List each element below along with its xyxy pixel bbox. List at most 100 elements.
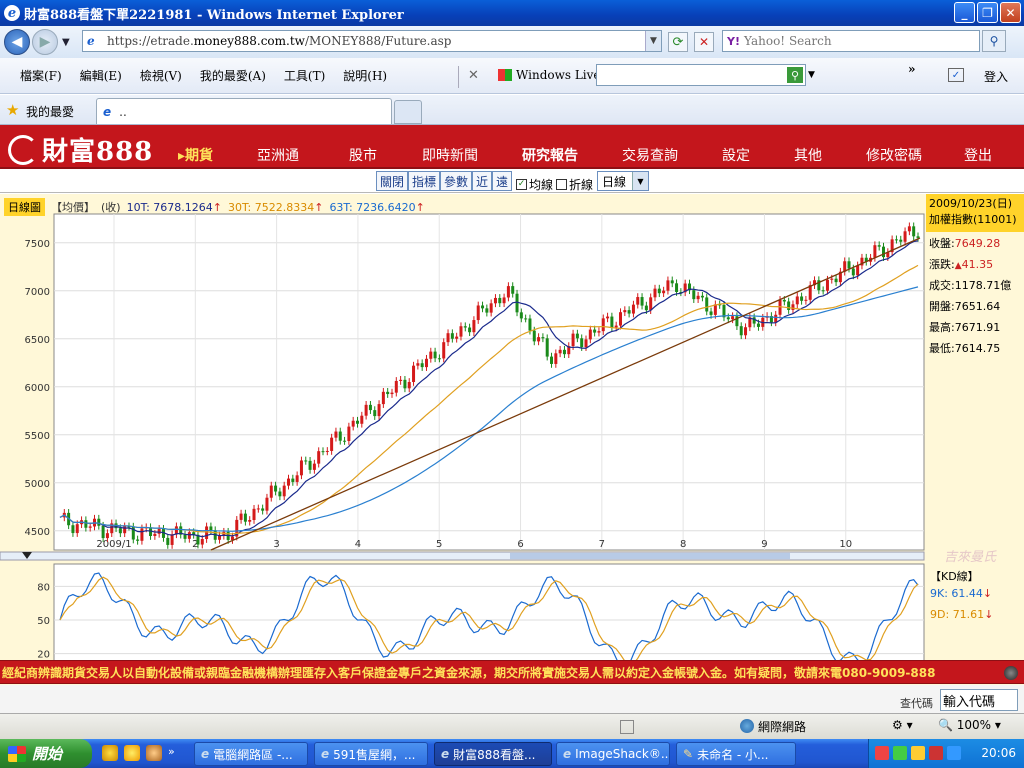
- nav-other[interactable]: 其他: [794, 145, 822, 165]
- nav-research[interactable]: 研究報告: [522, 145, 578, 165]
- candle-body: [291, 478, 295, 482]
- history-dropdown-icon[interactable]: ▼: [62, 37, 70, 48]
- candle-body: [791, 304, 795, 311]
- candle-body: [511, 286, 515, 294]
- code-input[interactable]: 輸入代碼: [940, 689, 1018, 711]
- close-button[interactable]: ✕: [1000, 2, 1021, 23]
- quicklaunch-icon-1[interactable]: [102, 745, 118, 761]
- candle-body: [338, 431, 342, 441]
- candle-body: [248, 520, 252, 522]
- code-bar: 查代碼 輸入代碼: [0, 685, 1024, 713]
- search-icon[interactable]: ⚲: [982, 30, 1006, 52]
- candle-body: [692, 290, 696, 300]
- ma-checkbox[interactable]: ✓ 均線: [516, 174, 553, 194]
- restore-button[interactable]: ❐: [977, 2, 998, 23]
- site-logo[interactable]: 財富888: [8, 131, 153, 168]
- favorites-label[interactable]: 我的最愛: [26, 103, 74, 120]
- price-chart[interactable]: 45005000550060006500700075002009/1 2 3 4 5 6 7…: [0, 210, 926, 680]
- tray-icon-1[interactable]: [875, 746, 889, 760]
- quicklaunch-more-icon[interactable]: »: [168, 745, 175, 761]
- go-icon[interactable]: ⚲: [787, 67, 803, 83]
- back-button[interactable]: ◀: [4, 29, 30, 55]
- candle-body: [606, 316, 610, 319]
- chart-area: 日線圖 【均價】 (收) 10T: 7678.1264↑ 30T: 7522.8…: [0, 194, 1024, 714]
- candle-body: [243, 513, 247, 522]
- site-nav: 財富888 ▸期貨 亞洲通 股市 即時新聞 研究報告 交易查詢 設定 其他 修改…: [0, 125, 1024, 169]
- candle-body: [308, 460, 312, 470]
- browser-tab[interactable]: e ..: [96, 98, 392, 124]
- quote-index-name: 加權指數(11001): [929, 213, 1017, 226]
- tray-icon-2[interactable]: [893, 746, 907, 760]
- menu-file[interactable]: 檔案(F): [20, 67, 62, 84]
- near-button[interactable]: 近: [472, 171, 493, 191]
- windows-live-search-input[interactable]: ⚲: [596, 64, 806, 86]
- nav-logout[interactable]: 登出: [964, 145, 992, 165]
- protected-mode-icon[interactable]: ⚙ ▾: [892, 718, 913, 732]
- address-dropdown-icon[interactable]: ▼: [645, 31, 661, 51]
- candle-body: [877, 245, 881, 247]
- menu-help[interactable]: 說明(H): [343, 67, 387, 84]
- zoom-control[interactable]: 🔍 100% ▾: [938, 718, 1001, 732]
- task-4[interactable]: e ImageShack®...: [556, 742, 670, 766]
- stop-button[interactable]: ✕: [694, 32, 714, 52]
- period-select[interactable]: 日線 ▼: [597, 171, 649, 191]
- tray-icon-3[interactable]: [911, 746, 925, 760]
- nav-settings[interactable]: 設定: [722, 145, 750, 165]
- y-tick-label: 4500: [25, 527, 50, 538]
- candle-body: [502, 297, 506, 304]
- windows-live-dropdown-icon[interactable]: ▼: [808, 70, 815, 80]
- candle-body: [218, 535, 222, 540]
- menu-view[interactable]: 檢視(V): [140, 67, 182, 84]
- nav-asia[interactable]: 亞洲通: [257, 145, 299, 165]
- tray-icon-5[interactable]: [947, 746, 961, 760]
- checkmark-icon[interactable]: ✓: [948, 68, 964, 82]
- menu-edit[interactable]: 編輯(E): [80, 67, 122, 84]
- search-input[interactable]: Y! Yahoo! Search: [722, 30, 980, 52]
- start-button[interactable]: 開始: [0, 739, 92, 768]
- candle-body: [330, 437, 334, 451]
- candle-body: [153, 533, 157, 537]
- candle-body: [140, 528, 144, 541]
- candle-body: [304, 460, 308, 462]
- task-1[interactable]: e 電腦網路區 -...: [194, 742, 308, 766]
- more-chevron-icon[interactable]: »: [908, 62, 916, 76]
- login-link[interactable]: 登入: [984, 68, 1008, 85]
- x-tick-label: 4: [355, 539, 361, 550]
- refresh-button[interactable]: ⟳: [668, 32, 688, 52]
- far-button[interactable]: 遠: [492, 171, 513, 191]
- indicator-button[interactable]: 指標: [408, 171, 441, 191]
- task-5[interactable]: ✎ 未命名 - 小...: [676, 742, 796, 766]
- line-checkbox[interactable]: 折線: [556, 174, 593, 194]
- candle-body: [265, 497, 269, 511]
- close-chart-button[interactable]: 關閉: [376, 171, 409, 191]
- kd-tick-label: 80: [37, 582, 50, 593]
- tray-icon-4[interactable]: [929, 746, 943, 760]
- address-input[interactable]: e https://etrade. money888.com.tw/MONEY88…: [82, 30, 662, 52]
- candle-body: [774, 314, 778, 323]
- candle-body: [420, 363, 424, 368]
- task-2[interactable]: e 591售屋網，...: [314, 742, 428, 766]
- forward-button[interactable]: ▶: [32, 29, 58, 55]
- nav-news[interactable]: 即時新聞: [422, 145, 478, 165]
- x-tick-label: 8: [680, 539, 686, 550]
- candle-body: [571, 333, 575, 347]
- quicklaunch-icon-2[interactable]: [124, 745, 140, 761]
- candle-body: [101, 525, 105, 539]
- quicklaunch-icon-3[interactable]: [146, 745, 162, 761]
- candle-body: [256, 508, 260, 510]
- favorites-star-icon[interactable]: ★: [6, 101, 19, 119]
- nav-change-password[interactable]: 修改密碼: [866, 145, 922, 165]
- minimize-button[interactable]: _: [954, 2, 975, 23]
- menu-favorites[interactable]: 我的最愛(A): [200, 67, 266, 84]
- menu-bar: 檔案(F) 編輯(E) 檢視(V) 我的最愛(A) 工具(T) 說明(H) ✕ …: [0, 58, 1024, 94]
- params-button[interactable]: 參數: [440, 171, 473, 191]
- ticker-text: 經紀商辨識期貨交易人以自動化設備或親臨金融機構辦理匯存入客戶保證金專戶之資金來源…: [2, 665, 936, 680]
- task-3[interactable]: e 財富888看盤...: [434, 742, 552, 766]
- new-tab-button[interactable]: [394, 100, 422, 124]
- close-toolbar-icon[interactable]: ✕: [468, 68, 479, 83]
- nav-stocks[interactable]: 股市: [349, 145, 377, 165]
- nav-futures[interactable]: ▸期貨: [178, 145, 213, 165]
- candle-body: [619, 312, 623, 326]
- menu-tools[interactable]: 工具(T): [284, 67, 325, 84]
- nav-trade-query[interactable]: 交易查詢: [622, 145, 678, 165]
